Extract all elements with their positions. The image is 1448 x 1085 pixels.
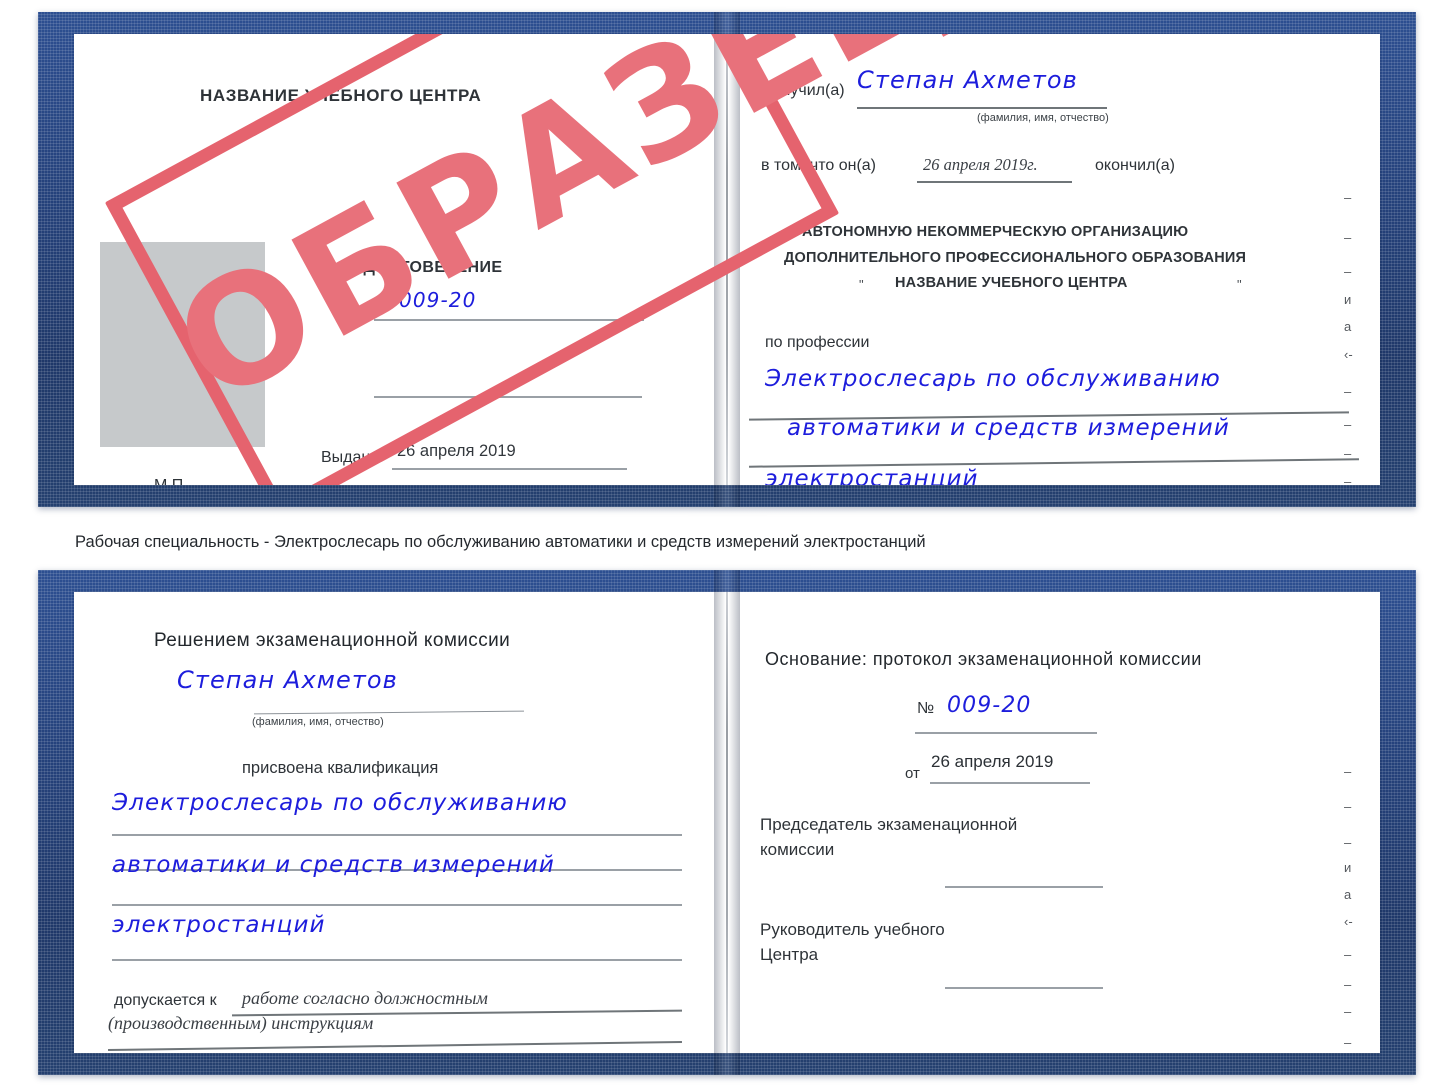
admitted-rule-2 [108, 1040, 682, 1051]
profession-label: по профессии [765, 334, 870, 351]
profession-line-2: автоматики и средств измерений [787, 415, 1230, 441]
caption-text: Рабочая специальность - Электрослесарь п… [75, 533, 926, 551]
certificate-title: УДОСТОВЕРЕНИЕ [354, 259, 503, 276]
bottom-right-page: Основание: протокол экзаменационной коми… [727, 592, 1380, 1053]
commission-decision-header: Решением экзаменационной комиссии [154, 630, 511, 651]
certificate-number-value: 009-20 [399, 288, 477, 312]
from-label: от [905, 765, 920, 782]
finished-label: окончил(а) [1095, 157, 1175, 174]
issued-rule [392, 468, 627, 470]
issued-value: 26 апреля 2019 [397, 442, 516, 460]
training-center-header: НАЗВАНИЕ УЧЕБНОГО ЦЕНТРА [200, 86, 482, 105]
admitted-value-1: работе согласно должностным [242, 988, 488, 1008]
received-label: Получил(а) [761, 82, 845, 99]
head-line-1: Руководитель учебного [760, 920, 945, 939]
bottom-left-page: Решением экзаменационной комиссии Степан… [74, 592, 727, 1053]
admitted-label: допускается к [114, 992, 217, 1009]
profession-line-1: Электрослесарь по обслуживанию [765, 366, 1221, 392]
top-right-page: Получил(а) Степан Ахметов (фамилия, имя,… [727, 34, 1380, 485]
head-signature-rule [945, 987, 1103, 989]
certificate-number-label: № [377, 292, 394, 309]
admitted-value-2: (производственным) инструкциям [108, 1013, 374, 1033]
head-line-2: Центра [760, 945, 819, 964]
org-quote-close: " [1237, 277, 1242, 292]
qualification-line-3: электростанций [112, 912, 326, 938]
top-left-page: НАЗВАНИЕ УЧЕБНОГО ЦЕНТРА УДОСТОВЕРЕНИЕ №… [74, 34, 727, 485]
org-line-2: ДОПОЛНИТЕЛЬНОГО ПРОФЕССИОНАЛЬНОГО ОБРАЗО… [784, 250, 1247, 266]
edge-bleed-marks-top: – – – и а ‹- – – – – [1344, 190, 1353, 485]
received-rule [857, 107, 1107, 109]
from-value: 26 апреля 2019 [931, 752, 1054, 771]
qualification-line-2: автоматики и средств измерений [112, 852, 555, 878]
fio-hint-bottom: (фамилия, имя, отчество) [252, 716, 384, 728]
bottom-certificate-book: Решением экзаменационной комиссии Степан… [38, 570, 1416, 1075]
number-rule [374, 319, 644, 321]
org-quote-open: " [859, 277, 864, 292]
chairman-signature-rule [945, 886, 1103, 888]
profession-line-3: электростанций [765, 466, 979, 485]
issued-label: Выдано [321, 449, 380, 466]
org-line-3: НАЗВАНИЕ УЧЕБНОГО ЦЕНТРА [895, 275, 1128, 291]
qualification-label: присвоена квалификация [242, 759, 439, 777]
photo-placeholder [100, 242, 265, 447]
blank-rule-1 [374, 396, 642, 398]
protocol-number-value: 009-20 [947, 693, 1032, 718]
seal-label: М.П. [154, 477, 188, 485]
admitted-rule-1 [232, 1009, 682, 1016]
fio-hint-top: (фамилия, имя, отчество) [977, 112, 1109, 124]
completion-rule [917, 181, 1072, 183]
edge-bleed-marks-bottom: – – – и а ‹- – – – – [1344, 764, 1353, 1050]
bottom-name-value: Степан Ахметов [177, 666, 398, 694]
protocol-number-rule [915, 732, 1097, 734]
org-line-1: АВТОНОМНУЮ НЕКОММЕРЧЕСКУЮ ОРГАНИЗАЦИЮ [802, 224, 1189, 240]
qualification-rule-1a [112, 834, 682, 836]
bottom-certificate-paper: Решением экзаменационной комиссии Степан… [74, 592, 1380, 1053]
that-he-label: в том, что он(а) [761, 157, 876, 174]
bottom-name-rule [254, 710, 524, 715]
basis-label: Основание: протокол экзаменационной коми… [765, 649, 1202, 669]
completion-date: 26 апреля 2019г. [923, 155, 1038, 174]
qualification-rule-3 [112, 959, 682, 961]
qualification-rule-2 [112, 904, 682, 906]
from-rule [930, 782, 1090, 784]
qualification-line-1: Электрослесарь по обслуживанию [112, 790, 568, 816]
protocol-number-label: № [917, 700, 935, 717]
chairman-line-1: Председатель экзаменационной [760, 815, 1018, 834]
chairman-line-2: комиссии [760, 840, 835, 859]
top-certificate-book: НАЗВАНИЕ УЧЕБНОГО ЦЕНТРА УДОСТОВЕРЕНИЕ №… [38, 12, 1416, 507]
top-certificate-paper: НАЗВАНИЕ УЧЕБНОГО ЦЕНТРА УДОСТОВЕРЕНИЕ №… [74, 34, 1380, 485]
received-value: Степан Ахметов [857, 66, 1078, 94]
